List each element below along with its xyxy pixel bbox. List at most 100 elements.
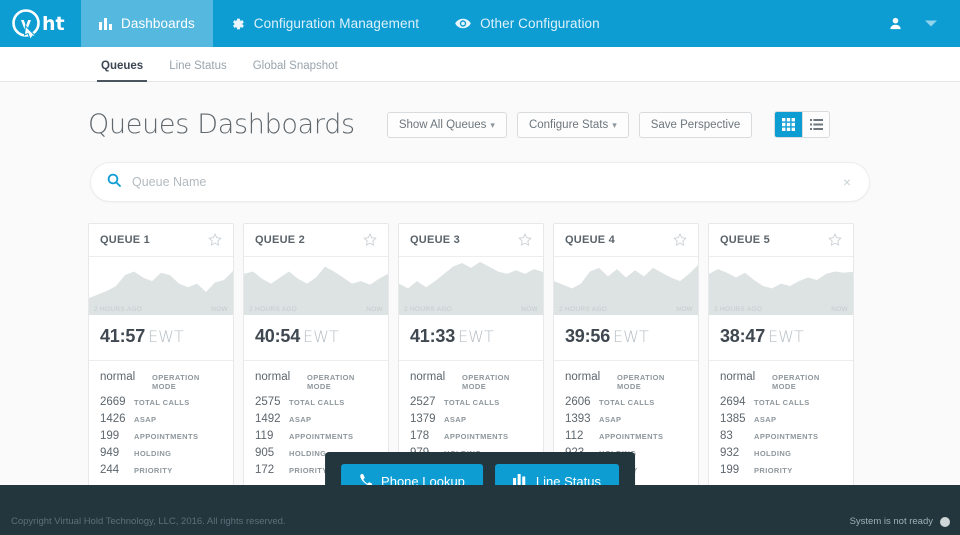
queue-card-header: QUEUE 2 [244,224,388,257]
queue-sparkline: 2 HOURS AGO NOW [244,257,388,315]
queue-card-header: QUEUE 5 [709,224,853,257]
subnav-item-global-snapshot[interactable]: Global Snapshot [240,60,351,81]
star-outline-icon[interactable] [518,233,532,247]
stat-appointments: 112 APPOINTMENTS [565,430,687,442]
sparkline-start-label: 2 HOURS AGO [404,306,453,313]
search-icon [107,173,121,192]
copyright-text: Copyright Virtual Hold Technology, LLC, … [11,516,286,527]
grid-view-button[interactable] [775,112,803,137]
subnav-label-queues: Queues [101,60,144,72]
nav-item-dashboards[interactable]: Dashboards [81,0,213,47]
star-outline-icon[interactable] [828,233,842,247]
stat-value: 2669 [100,396,126,408]
stat-value: 1379 [410,413,436,425]
stat-value: 2527 [410,396,436,408]
stat-total-calls: 2575 TOTAL CALLS [255,396,377,408]
vht-logo-icon: v ht [11,8,64,39]
queue-cards-container: QUEUE 1 2 HOURS AGO NOW 41:57 EWT normal… [0,202,960,489]
stat-value: 2694 [720,396,746,408]
system-status: System is not ready [850,516,950,527]
configure-stats-button[interactable]: Configure Stats ▾ [516,111,629,138]
stat-value: 1492 [255,413,281,425]
stat-value: normal [100,371,136,383]
queue-ewt-value: 38:47 [720,326,766,346]
application-root: v ht Dashboards Configuration Management [0,0,960,535]
queue-ewt-row: 38:47 EWT [709,315,853,361]
queue-card-title: QUEUE 3 [410,234,461,246]
star-outline-icon[interactable] [363,233,377,247]
view-toggle-group [774,111,831,138]
queue-card[interactable]: QUEUE 3 2 HOURS AGO NOW 41:33 EWT normal… [398,223,544,489]
queue-ewt-row: 40:54 EWT [244,315,388,361]
page-toolbar: Queues Dashboards Show All Queues ▾ Confi… [0,82,960,140]
stat-label: TOTAL CALLS [599,398,655,407]
stat-value: 1385 [720,413,746,425]
search-bar[interactable]: × [90,162,870,202]
stat-value: 199 [720,464,740,476]
show-all-queues-button[interactable]: Show All Queues ▾ [386,111,507,138]
stat-label: HOLDING [134,449,172,458]
queue-ewt-label: EWT [768,327,804,346]
nav-label-dashboards: Dashboards [121,16,195,31]
stat-total-calls: 2694 TOTAL CALLS [720,396,842,408]
stat-label: ASAP [599,415,622,424]
configure-stats-label: Configure Stats [528,118,609,131]
stat-appointments: 199 APPOINTMENTS [100,430,222,442]
queue-card[interactable]: QUEUE 1 2 HOURS AGO NOW 41:57 EWT normal… [88,223,234,489]
star-outline-icon[interactable] [208,233,222,247]
stat-value: 178 [410,430,430,442]
stat-value: 905 [255,447,275,459]
queue-card[interactable]: QUEUE 4 2 HOURS AGO NOW 39:56 EWT normal… [553,223,699,489]
gear-icon [231,17,245,31]
subnav-item-line-status[interactable]: Line Status [156,60,240,81]
stat-operation-mode: normal OPERATION MODE [255,371,377,391]
queue-sparkline: 2 HOURS AGO NOW [709,257,853,315]
stat-label: TOTAL CALLS [444,398,500,407]
queue-card[interactable]: QUEUE 5 2 HOURS AGO NOW 38:47 EWT normal… [708,223,854,489]
stat-holding: 949 HOLDING [100,447,222,459]
star-outline-icon[interactable] [673,233,687,247]
sparkline-axis-labels: 2 HOURS AGO NOW [399,306,543,313]
chevron-down-icon: ▾ [490,119,495,130]
vht-logo[interactable]: v ht [0,0,81,47]
subnav-item-queues[interactable]: Queues [88,60,156,82]
queue-card[interactable]: QUEUE 2 2 HOURS AGO NOW 40:54 EWT normal… [243,223,389,489]
nav-right-actions [881,0,960,47]
list-view-button[interactable] [802,112,830,137]
system-status-label: System is not ready [849,516,933,527]
stat-total-calls: 2606 TOTAL CALLS [565,396,687,408]
stat-appointments: 83 APPOINTMENTS [720,430,842,442]
stat-asap: 1426 ASAP [100,413,222,425]
queue-card-header: QUEUE 1 [89,224,233,257]
clear-search-icon[interactable]: × [841,174,853,190]
sparkline-end-label: NOW [831,306,848,313]
list-view-icon [809,119,823,130]
sparkline-axis-labels: 2 HOURS AGO NOW [709,306,853,313]
nav-label-configuration-management: Configuration Management [253,16,420,31]
save-perspective-button[interactable]: Save Perspective [638,111,753,138]
stat-asap: 1393 ASAP [565,413,687,425]
stat-label: APPOINTMENTS [754,432,819,441]
nav-item-configuration-management[interactable]: Configuration Management [213,0,437,47]
stat-label: PRIORITY [754,466,793,475]
bar-chart-icon [99,17,112,30]
sparkline-start-label: 2 HOURS AGO [714,306,763,313]
stat-asap: 1385 ASAP [720,413,842,425]
user-icon[interactable] [881,17,910,30]
nav-item-other-configuration[interactable]: Other Configuration [437,0,618,47]
stat-value: 2575 [255,396,281,408]
eye-icon [455,18,471,29]
queue-sparkline: 2 HOURS AGO NOW [554,257,698,315]
stat-appointments: 178 APPOINTMENTS [410,430,532,442]
stat-value: 112 [565,430,584,442]
queue-card-title: QUEUE 5 [720,234,771,246]
stat-value: 1426 [100,413,126,425]
search-input[interactable] [132,175,841,189]
queue-stats: normal OPERATION MODE 2694 TOTAL CALLS 138… [709,361,853,488]
stat-value: 932 [720,447,740,459]
chevron-down-icon[interactable] [916,19,946,28]
queue-stats: normal OPERATION MODE 2669 TOTAL CALLS 142… [89,361,233,488]
grid-view-icon [782,118,796,131]
sparkline-end-label: NOW [676,306,693,313]
nav-label-other-configuration: Other Configuration [480,16,600,31]
